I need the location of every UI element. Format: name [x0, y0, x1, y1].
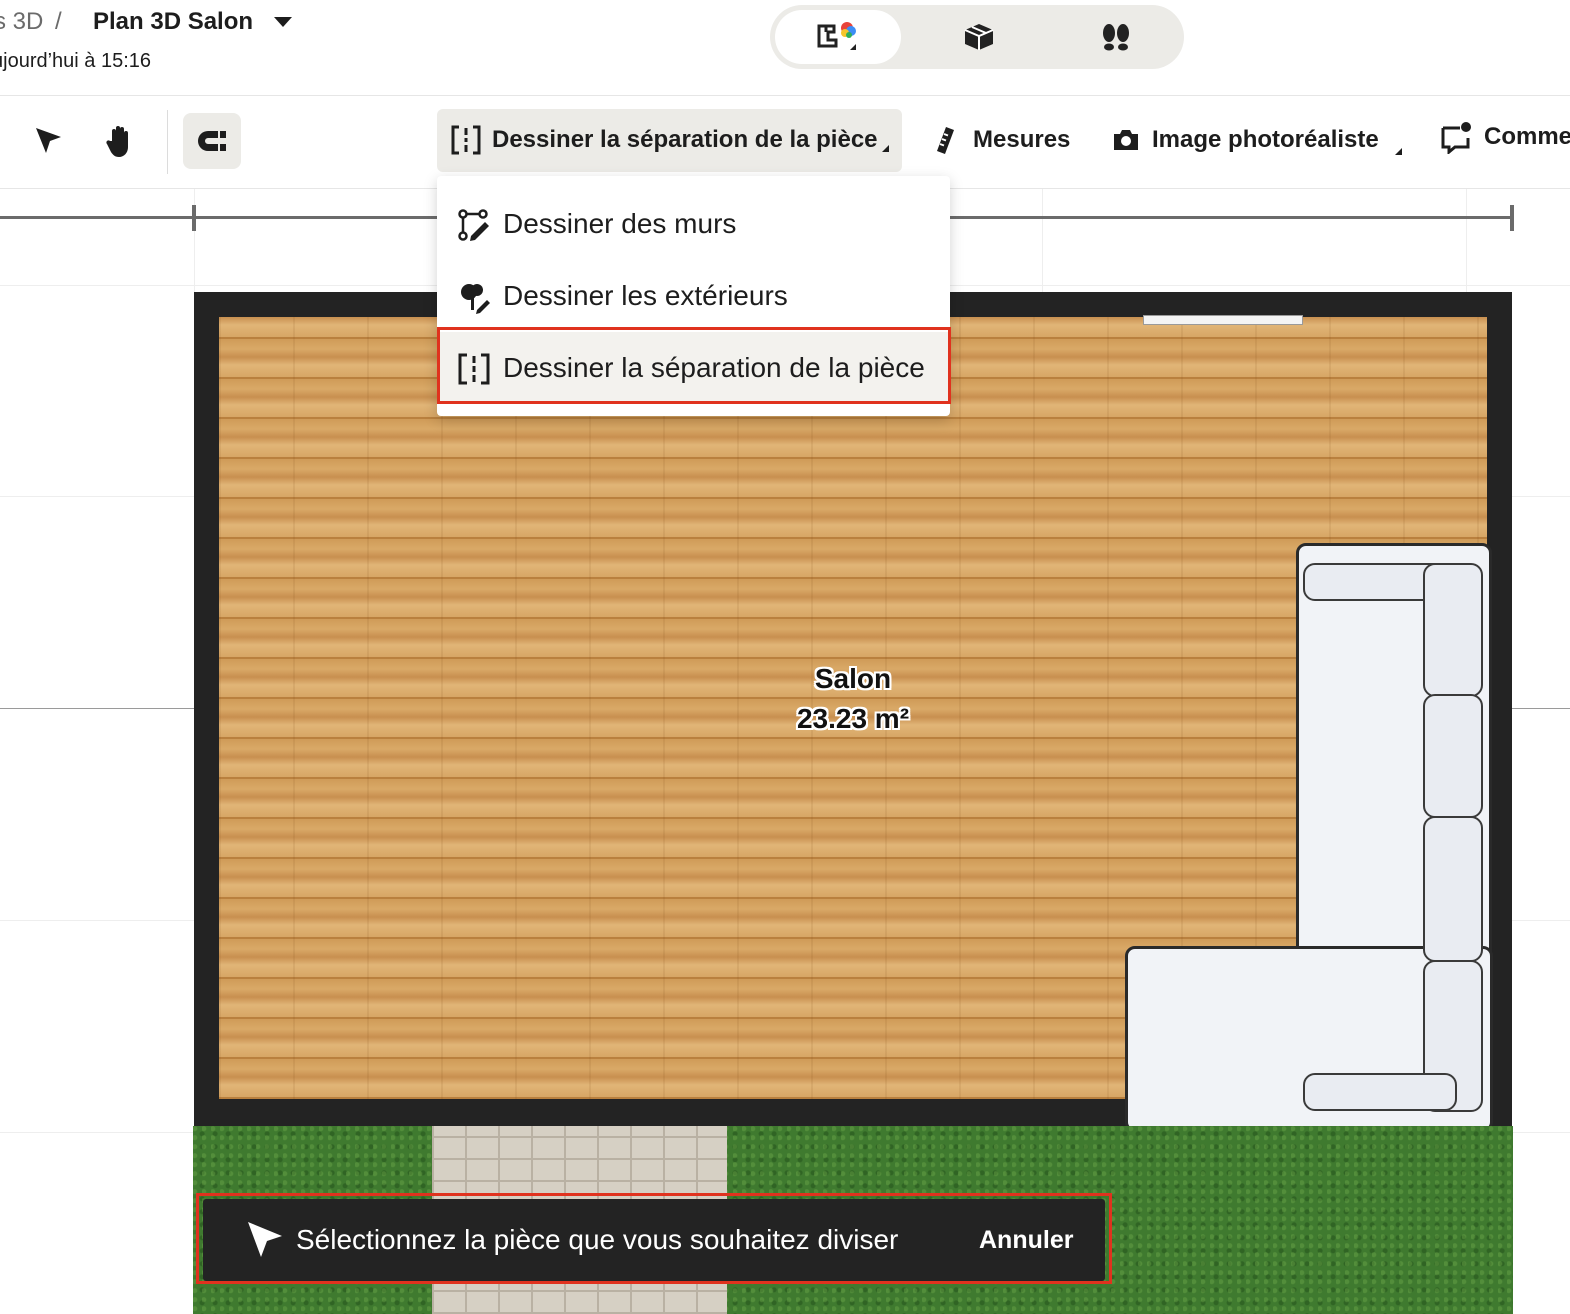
toolbar-divider [167, 110, 168, 174]
hand-icon [106, 126, 128, 157]
highlight-box-menu-item [437, 327, 951, 404]
room-split-icon [451, 125, 481, 155]
top-bar: s 3D / Plan 3D Salon ujourd’hui à 15:16 [0, 0, 1570, 96]
pan-tool-button[interactable] [100, 120, 142, 162]
comment-icon [1441, 122, 1471, 154]
plan-2d-3d-icon [817, 22, 856, 50]
breadcrumb-parent[interactable]: s 3D [0, 8, 43, 36]
draw-tool-label: Dessiner la séparation de la pièce [492, 126, 878, 153]
sofa-cushion [1423, 694, 1483, 818]
box-3d-icon [964, 24, 994, 50]
view-walkthrough-button[interactable] [1053, 10, 1179, 64]
camera-icon [1114, 130, 1138, 150]
window[interactable] [1143, 315, 1303, 325]
tree-pencil-icon [461, 284, 490, 314]
comments-icon-wrap[interactable] [1440, 120, 1474, 154]
measures-tool-icon-wrap[interactable] [930, 124, 960, 158]
comments-button[interactable]: Comme [1484, 123, 1570, 151]
measures-button[interactable]: Mesures [973, 126, 1070, 154]
menu-item-draw-walls[interactable]: Dessiner des murs [437, 188, 950, 260]
view-2d-button[interactable] [775, 10, 901, 64]
photo-expand-caret-icon[interactable] [1395, 148, 1402, 155]
menu-item-label: Dessiner des murs [503, 208, 737, 239]
cursor-arrow-icon [248, 1222, 282, 1257]
room-area: 23.23 m² [796, 703, 910, 734]
menu-item-draw-exteriors[interactable]: Dessiner les extérieurs [437, 260, 950, 332]
expand-caret-icon [882, 145, 889, 152]
wall-draw-icon [458, 209, 489, 241]
ruler-tick [192, 205, 196, 231]
ruler-pencil-icon [937, 127, 954, 154]
last-saved-text: ujourd’hui à 15:16 [0, 50, 152, 72]
magnet-toggle-button[interactable] [183, 113, 241, 169]
ruler-tick [1510, 205, 1514, 231]
draw-tool-dropdown-button[interactable]: Dessiner la séparation de la pièce [437, 109, 902, 172]
sofa-cushion [1423, 816, 1483, 962]
menu-item-label: Dessiner les extérieurs [503, 280, 788, 311]
toast-message: Sélectionnez la pièce que vous souhaitez… [296, 1224, 899, 1255]
view-mode-switcher [770, 5, 1184, 69]
chevron-down-icon[interactable] [274, 17, 292, 27]
cancel-button[interactable]: Annuler [979, 1226, 1073, 1255]
room-label[interactable]: Salon 23.23 m² [753, 659, 953, 739]
photo-tool-icon-wrap[interactable] [1110, 126, 1142, 154]
project-title[interactable]: Plan 3D Salon [93, 8, 253, 36]
footprints-icon [1103, 24, 1129, 51]
magnet-icon [198, 131, 226, 151]
sofa-cushion [1303, 1073, 1457, 1111]
sofa-cushion [1423, 563, 1483, 697]
room-name: Salon [814, 663, 892, 694]
instruction-toast: Sélectionnez la pièce que vous souhaitez… [203, 1199, 1105, 1281]
photorealistic-image-button[interactable]: Image photoréaliste [1152, 126, 1379, 154]
select-tool-button[interactable] [28, 120, 68, 160]
view-3d-button[interactable] [916, 10, 1042, 64]
breadcrumb-separator: / [55, 8, 62, 35]
cursor-arrow-icon [36, 128, 61, 153]
